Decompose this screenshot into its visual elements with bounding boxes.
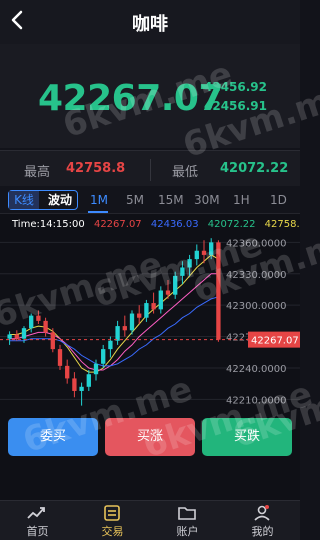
high-low-row: 最高 42758.8 最低 42072.22	[0, 150, 300, 186]
buy-up-button[interactable]: 买涨	[105, 418, 195, 456]
nav-home[interactable]: 首页	[0, 501, 75, 540]
ma-line	[9, 254, 219, 373]
user-icon	[254, 505, 270, 521]
current-price-label: 42267.07	[251, 336, 299, 347]
chart-info-row: Time:14:15:00 42267.07 42436.03 42072.22…	[12, 219, 300, 230]
tab-1d[interactable]: 1D	[270, 193, 287, 207]
candle-body	[29, 315, 34, 329]
folder-icon	[178, 507, 196, 520]
candle-body	[187, 259, 192, 268]
candle-body	[137, 313, 142, 318]
candle-body	[86, 374, 91, 387]
candle-body	[7, 334, 12, 339]
sub-price-1: 42456.92	[204, 80, 268, 94]
candle-body	[93, 363, 99, 375]
current-price: 42267.07	[38, 78, 224, 119]
nav-mine[interactable]: 我的	[225, 501, 300, 540]
header-bar: 咖啡	[0, 0, 300, 44]
candle-body	[201, 250, 207, 255]
candle-body	[43, 320, 48, 333]
y-tick-label: 42300.0000	[226, 301, 286, 312]
y-tick-label: 42360.0000	[226, 238, 286, 249]
candle-body	[122, 326, 127, 331]
candle-body	[115, 326, 120, 341]
ma-line	[9, 296, 219, 367]
page-title: 咖啡	[132, 14, 168, 35]
candle-body	[108, 340, 113, 350]
high-value: 42758.8	[66, 161, 126, 176]
active-tab-indicator	[88, 211, 108, 213]
price-panel: 42267.07 42456.92 42456.91	[0, 44, 300, 148]
candle-body	[101, 349, 106, 364]
chart-mode-toggle: K线 波动	[8, 190, 78, 210]
tab-1h[interactable]: 1H	[233, 193, 250, 207]
candle-body	[14, 334, 19, 339]
ma-value-3: 42072.22	[207, 219, 256, 230]
candle-body	[50, 332, 55, 350]
sub-price-2: 42456.91	[204, 99, 268, 113]
candle-body	[173, 275, 178, 295]
tab-5m[interactable]: 5M	[126, 193, 144, 207]
candle-body	[65, 365, 70, 379]
candle-body	[144, 303, 149, 318]
candle-body	[209, 242, 214, 255]
candle-body	[194, 250, 199, 260]
chart-time: Time:14:15:00	[12, 219, 85, 230]
low-label: 最低	[172, 165, 199, 180]
y-tick-label: 42240.0000	[226, 364, 286, 375]
candlestick-chart[interactable]: 42360.000042330.000042300.000042270.0000…	[0, 214, 300, 500]
ma-line	[9, 273, 219, 371]
candle-body	[72, 378, 77, 391]
candle-body	[57, 349, 63, 366]
candle-body	[165, 290, 171, 295]
nav-home-label: 首页	[26, 525, 49, 538]
bottom-nav: 首页 交易 账户 我的	[0, 500, 300, 540]
candle-body	[36, 315, 41, 321]
tab-kline[interactable]: K线	[9, 191, 39, 209]
nav-trade[interactable]: 交易	[75, 501, 150, 540]
nav-account[interactable]: 账户	[150, 501, 225, 540]
ma-value-4: 42758.8	[264, 219, 300, 230]
low-value: 42072.22	[220, 161, 289, 176]
y-tick-label: 42210.0000	[226, 395, 286, 406]
chart-area[interactable]: 42360.000042330.000042300.000042270.0000…	[0, 214, 300, 500]
tab-30m[interactable]: 30M	[194, 193, 220, 207]
entrust-buy-button[interactable]: 委买	[8, 418, 98, 456]
candle-body	[180, 267, 185, 276]
tab-15m[interactable]: 15M	[158, 193, 184, 207]
buy-down-button[interactable]: 买跌	[202, 418, 292, 456]
divider	[150, 159, 151, 181]
tab-wave[interactable]: 波动	[43, 191, 77, 209]
y-tick-label: 42330.0000	[226, 270, 286, 281]
candle-body	[158, 290, 163, 310]
ma-value-1: 42267.07	[93, 219, 142, 230]
candle-body	[129, 313, 135, 331]
nav-account-label: 账户	[176, 525, 199, 538]
chart-line-icon	[27, 507, 45, 519]
nav-trade-label: 交易	[101, 525, 124, 538]
high-label: 最高	[24, 165, 51, 180]
nav-mine-label: 我的	[251, 525, 274, 538]
period-tabs: K线 波动 1M 5M 15M 30M 1H 1D	[0, 186, 300, 214]
tab-1m[interactable]: 1M	[90, 193, 108, 207]
trade-icon	[104, 505, 120, 521]
ma-value-2: 42436.03	[150, 219, 199, 230]
candle-body	[79, 386, 84, 391]
candle-body	[21, 328, 27, 339]
candle-body	[216, 242, 221, 340]
candle-body	[151, 303, 156, 310]
